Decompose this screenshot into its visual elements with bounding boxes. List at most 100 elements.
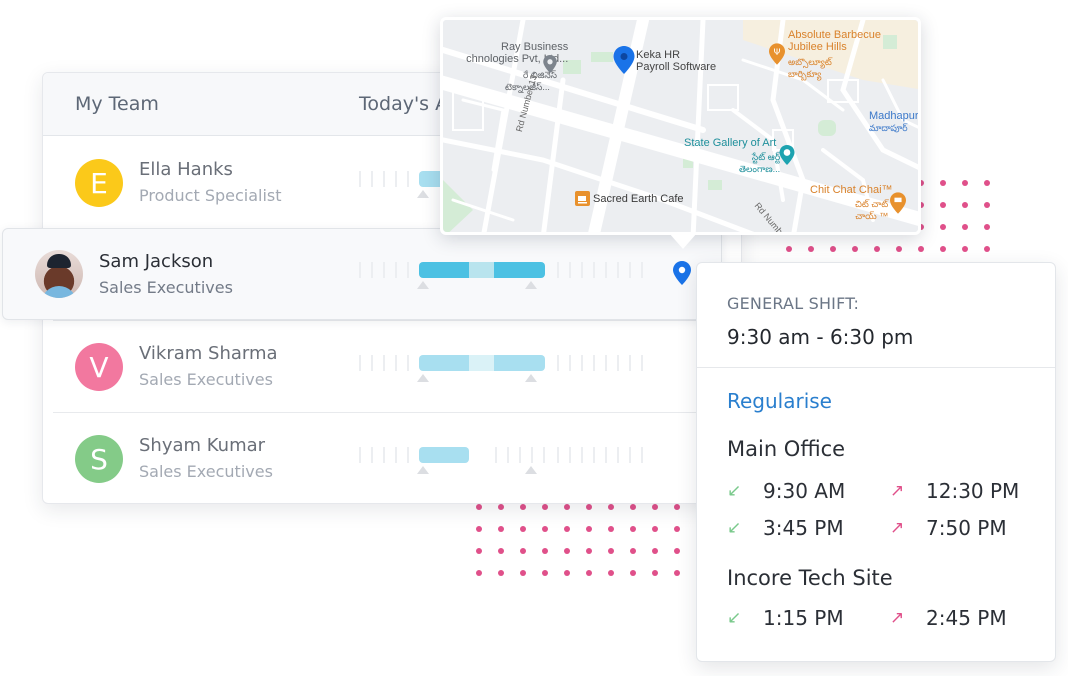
decorative-dot (940, 246, 946, 252)
punch-in-icon: ↙ (727, 481, 742, 501)
shift-end-marker (525, 374, 537, 382)
punch-out: ↗ 7:50 PM (890, 516, 1007, 540)
cafe-icon[interactable] (575, 191, 590, 206)
decorative-dot (984, 246, 990, 252)
punch-out-icon: ↗ (890, 518, 905, 538)
divider (697, 367, 1055, 368)
decorative-dot (586, 570, 592, 576)
decorative-dot (586, 548, 592, 554)
decorative-dots-bottom (476, 504, 696, 592)
punch-out: ↗ 12:30 PM (890, 479, 1019, 503)
member-role: Sales Executives (99, 278, 233, 297)
punch-in: ↙ 1:15 PM (727, 606, 844, 630)
decorative-dot (608, 548, 614, 554)
decorative-dot (674, 526, 680, 532)
decorative-dot (498, 548, 504, 554)
decorative-dot (542, 548, 548, 554)
decorative-dot (608, 526, 614, 532)
location-title: Main Office (727, 437, 846, 461)
shift-start-marker (417, 466, 429, 474)
team-member-row[interactable]: S Shyam Kumar Sales Executives (53, 413, 743, 505)
shift-start-marker (417, 190, 429, 198)
decorative-dot (476, 526, 482, 532)
punch-in-icon: ↙ (727, 518, 742, 538)
chai-cafe-pin-icon[interactable] (890, 192, 906, 214)
punch-in-time: 1:15 PM (763, 606, 844, 630)
keka-location-pin-icon[interactable] (613, 46, 635, 74)
shift-end-marker (525, 281, 537, 289)
map-poi-pin-icon[interactable] (543, 55, 557, 73)
member-name: Sam Jackson (99, 251, 214, 272)
decorative-dot (476, 570, 482, 576)
attendance-timeline (359, 355, 659, 395)
map-label-chit-chat-telugu: చిట్ చాట్ చాయ్ ™ (855, 199, 889, 221)
map-label-ray-business: Ray Business chnologies Pvt, Ltd... (466, 41, 569, 65)
decorative-dot (940, 180, 946, 186)
decorative-dot (830, 246, 836, 252)
decorative-dot (476, 548, 482, 554)
decorative-dot (498, 526, 504, 532)
shift-start-marker (417, 374, 429, 382)
map-label-sacred-earth-cafe: Sacred Earth Cafe (593, 193, 684, 205)
punch-in-icon: ↙ (727, 608, 742, 628)
attendance-bar (419, 355, 545, 371)
shift-start-marker (417, 281, 429, 289)
decorative-dot (630, 570, 636, 576)
punch-in-time: 3:45 PM (763, 516, 844, 540)
avatar: S (75, 435, 123, 483)
decorative-dot (786, 246, 792, 252)
decorative-dot (542, 570, 548, 576)
decorative-dot (630, 548, 636, 554)
team-member-row-selected[interactable]: Sam Jackson Sales Executives (2, 228, 722, 320)
decorative-dot (962, 246, 968, 252)
decorative-dot (520, 548, 526, 554)
decorative-dot (586, 526, 592, 532)
decorative-dot (564, 548, 570, 554)
shift-end-marker (525, 466, 537, 474)
decorative-dot (984, 224, 990, 230)
decorative-dot (520, 570, 526, 576)
regularise-link[interactable]: Regularise (727, 389, 832, 413)
decorative-dot (940, 202, 946, 208)
location-map-popover[interactable]: Ray Business chnologies Pvt, Ltd... రే బ… (440, 17, 921, 249)
member-name: Vikram Sharma (139, 343, 278, 364)
decorative-dot (652, 570, 658, 576)
decorative-dot (808, 246, 814, 252)
punch-out-icon: ↗ (890, 608, 905, 628)
decorative-dot (940, 224, 946, 230)
avatar: V (75, 343, 123, 391)
avatar-photo (35, 250, 83, 298)
decorative-dot (896, 246, 902, 252)
location-pin-icon[interactable] (673, 261, 691, 285)
decorative-dot (608, 570, 614, 576)
punch-out-time: 2:45 PM (926, 606, 1007, 630)
decorative-dot (674, 570, 680, 576)
punch-in: ↙ 9:30 AM (727, 479, 845, 503)
restaurant-pin-icon[interactable]: Ψ (769, 43, 785, 65)
map-label-keka: Keka HR Payroll Software (636, 49, 717, 73)
decorative-dot (652, 548, 658, 554)
punch-in-time: 9:30 AM (763, 479, 846, 503)
shift-label: GENERAL SHIFT: (727, 294, 860, 313)
punch-out-icon: ↗ (890, 481, 905, 501)
map-label-absolute-telugu: అబ్సొల్యూట్ బార్బిక్యూ (788, 57, 832, 79)
decorative-dot (630, 526, 636, 532)
punch-in: ↙ 3:45 PM (727, 516, 844, 540)
art-gallery-pin-icon[interactable] (779, 145, 795, 165)
map-label-absolute-barbecue: Absolute Barbecue Jubilee Hills (788, 29, 881, 53)
decorative-dot (918, 246, 924, 252)
decorative-dot (852, 246, 858, 252)
svg-text:Ψ: Ψ (774, 48, 781, 58)
map-label-madhapur: Madhapur మాదాపూర్ (869, 110, 918, 133)
member-role: Sales Executives (139, 370, 273, 389)
team-member-row[interactable]: V Vikram Sharma Sales Executives (53, 321, 743, 413)
decorative-dot (674, 548, 680, 554)
decorative-dot (652, 526, 658, 532)
punch-out-time: 12:30 PM (926, 479, 1020, 503)
my-team-heading: My Team (75, 93, 159, 115)
map-label-state-gallery: State Gallery of Art (684, 137, 777, 149)
map[interactable]: Ray Business chnologies Pvt, Ltd... రే బ… (443, 20, 918, 232)
punch-out: ↗ 2:45 PM (890, 606, 1007, 630)
attendance-details-card: GENERAL SHIFT: 9:30 am - 6:30 pm Regular… (696, 262, 1056, 662)
attendance-timeline (359, 262, 659, 302)
